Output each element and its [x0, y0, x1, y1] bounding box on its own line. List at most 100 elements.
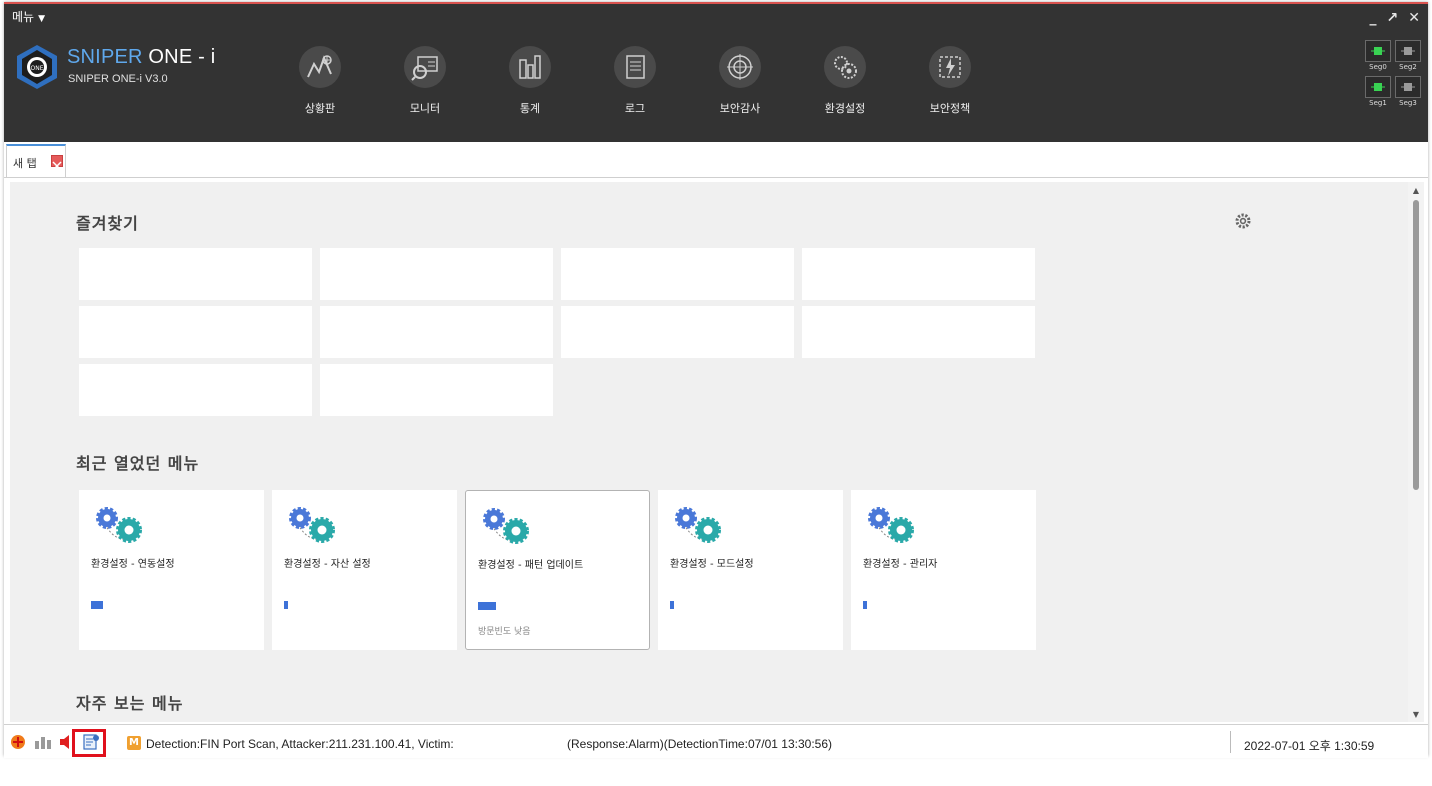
recent-menu-card[interactable]: 환경설정 - 관리자 [851, 490, 1036, 650]
visit-frequency-bar [670, 601, 674, 609]
nav-label: 보안감사 [719, 102, 761, 115]
favorite-slot[interactable] [79, 248, 312, 300]
recent-menu-card[interactable]: 환경설정 - 자산 설정 [272, 490, 457, 650]
favorite-slot[interactable] [79, 364, 312, 416]
alert-response[interactable]: (Response:Alarm)(DetectionTime:07/01 13:… [567, 737, 832, 751]
frequent-menu-title: 자주 보는 메뉴 [76, 694, 184, 713]
sniper-logo-icon: ONE [17, 45, 57, 89]
main-menu-dropdown[interactable]: 메뉴 ▼ [12, 8, 45, 25]
vertical-scrollbar[interactable]: ▲ ▼ [1408, 182, 1424, 722]
favorite-slot[interactable] [561, 248, 794, 300]
settings-gears-icon [93, 504, 147, 552]
status-divider [1230, 731, 1231, 753]
dashboard-chart-icon [299, 46, 341, 88]
recent-menu-title: 최근 열었던 메뉴 [76, 454, 200, 473]
segment-chip-icon [1365, 40, 1391, 62]
recent-menu-card[interactable]: 환경설정 - 패턴 업데이트방문빈도 낮음 [465, 490, 650, 650]
alert-message[interactable]: Detection:FIN Port Scan, Attacker:211.23… [146, 737, 454, 751]
tab-label: 새 탭 [13, 157, 37, 170]
recent-menu-title: 환경설정 - 연동설정 [91, 559, 175, 570]
menu-label: 메뉴 [12, 10, 35, 24]
window-controls: _ ↗ ✕ [1370, 10, 1420, 26]
statistics-icon [509, 46, 551, 88]
visit-frequency-bar [863, 601, 867, 609]
scroll-up-arrow-icon[interactable]: ▲ [1408, 184, 1424, 198]
segment-seg2[interactable]: Seg2 [1394, 40, 1422, 71]
settings-gears-icon [480, 505, 534, 553]
tab-close-button[interactable] [51, 155, 63, 171]
nav-item-security-audit[interactable]: 보안감사 [700, 46, 780, 116]
recent-menu-card[interactable]: 환경설정 - 모드설정 [658, 490, 843, 650]
nav-item-dashboard[interactable]: 상황판 [280, 46, 360, 116]
scroll-thumb[interactable] [1413, 200, 1419, 490]
segment-label: Seg1 [1369, 99, 1387, 107]
monitor-icon [404, 46, 446, 88]
segment-label: Seg0 [1369, 63, 1387, 71]
recent-menu-title: 환경설정 - 패턴 업데이트 [478, 560, 584, 571]
alert-level-badge: M [127, 736, 141, 750]
recent-menu-title: 환경설정 - 관리자 [863, 559, 938, 570]
favorite-slot[interactable] [320, 306, 553, 358]
nav-label: 보안정책 [929, 102, 971, 115]
segment-label: Seg3 [1399, 99, 1417, 107]
brand-title: SNIPER ONE - i [67, 46, 215, 69]
brand-subtitle: SNIPER ONE-i V3.0 [68, 73, 168, 85]
clock: 2022-07-01 오후 1:30:59 [1244, 739, 1375, 753]
app-window: 메뉴 ▼ _ ↗ ✕ ONE SNIPER ONE - i SNIPER ONE-… [4, 2, 1428, 758]
security-policy-icon [929, 46, 971, 88]
brand-prefix: SNIPER [67, 46, 143, 68]
favorite-slot[interactable] [802, 306, 1035, 358]
favorite-slot[interactable] [320, 248, 553, 300]
tab-bar: 새 탭 [4, 142, 1428, 178]
visit-frequency-bar [284, 601, 288, 609]
new-tab-content: 즐겨찾기 최근 열었던 메뉴 환경설정 - 연동설정 환경설정 - 자산 설정 환경… [10, 182, 1408, 722]
logo-text: ONE [30, 65, 43, 72]
settings-gears-icon [672, 504, 726, 552]
segment-chip-icon [1365, 76, 1391, 98]
restore-button[interactable]: ↗ [1387, 10, 1399, 26]
visit-frequency-label: 방문빈도 낮음 [478, 627, 531, 637]
nav-label: 로그 [624, 102, 646, 115]
segment-chip-icon [1395, 40, 1421, 62]
settings-gears-icon [286, 504, 340, 552]
recent-menu-title: 환경설정 - 자산 설정 [284, 559, 371, 570]
header-bar: 메뉴 ▼ _ ↗ ✕ ONE SNIPER ONE - i SNIPER ONE-… [4, 4, 1428, 142]
network-status-icon[interactable] [34, 734, 51, 750]
nav-item-monitor[interactable]: 모니터 [385, 46, 465, 116]
log-icon [614, 46, 656, 88]
segment-seg3[interactable]: Seg3 [1394, 76, 1422, 107]
minimize-button[interactable]: _ [1370, 10, 1377, 26]
favorite-slot[interactable] [561, 306, 794, 358]
favorite-slot[interactable] [320, 364, 553, 416]
caret-down-icon: ▼ [38, 14, 46, 24]
favorite-slot[interactable] [79, 306, 312, 358]
segment-seg0[interactable]: Seg0 [1364, 40, 1392, 71]
tab-new[interactable]: 새 탭 [6, 144, 66, 177]
recent-menu-title: 환경설정 - 모드설정 [670, 559, 754, 570]
visit-frequency-bar [91, 601, 103, 609]
recent-menu-card[interactable]: 환경설정 - 연동설정 [79, 490, 264, 650]
favorite-slot[interactable] [802, 248, 1035, 300]
nav-item-statistics[interactable]: 통계 [490, 46, 570, 116]
nav-label: 상황판 [304, 102, 336, 115]
gear-icon[interactable] [1234, 212, 1252, 234]
close-icon [52, 161, 62, 171]
nav-item-log[interactable]: 로그 [595, 46, 675, 116]
status-bar: M Detection:FIN Port Scan, Attacker:211.… [4, 724, 1428, 758]
nav-label: 모니터 [409, 102, 441, 115]
settings-gears-icon [865, 504, 919, 552]
close-button[interactable]: ✕ [1408, 10, 1420, 26]
nav-label: 환경설정 [824, 102, 866, 115]
alarm-status-icon[interactable] [10, 734, 26, 750]
event-report-icon[interactable] [82, 733, 99, 750]
segment-label: Seg2 [1399, 63, 1417, 71]
visit-frequency-bar [478, 602, 496, 610]
scroll-down-arrow-icon[interactable]: ▼ [1408, 708, 1424, 722]
nav-item-settings[interactable]: 환경설정 [805, 46, 885, 116]
brand-suffix: ONE - i [142, 46, 216, 68]
settings-gears-icon [824, 46, 866, 88]
security-audit-icon [719, 46, 761, 88]
segment-seg1[interactable]: Seg1 [1364, 76, 1392, 107]
favorites-title: 즐겨찾기 [76, 214, 139, 233]
nav-item-security-policy[interactable]: 보안정책 [910, 46, 990, 116]
